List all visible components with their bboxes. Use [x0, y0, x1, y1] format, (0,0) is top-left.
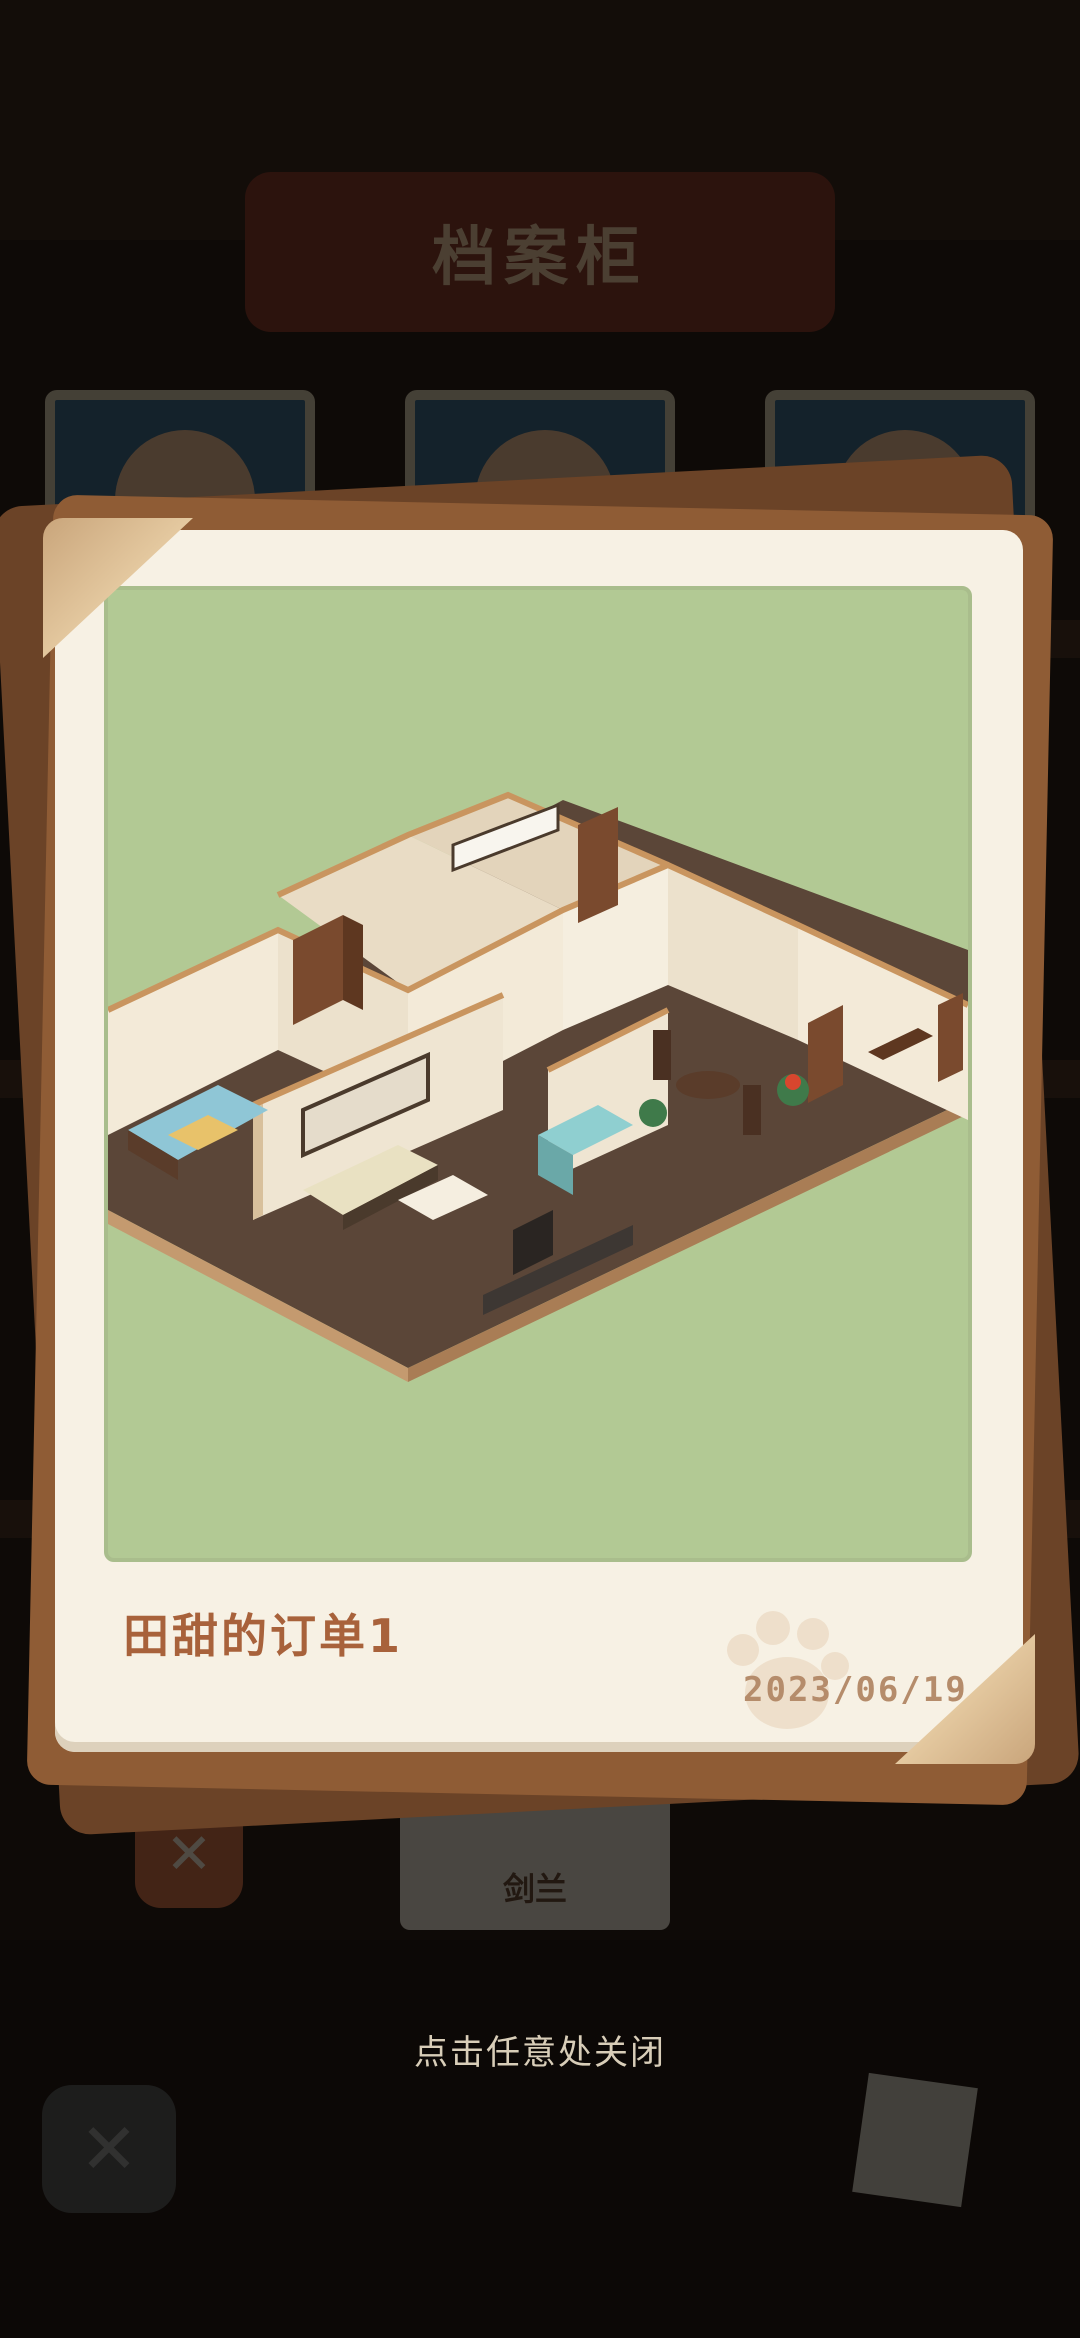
- order-title: 田甜的订单1: [123, 1609, 404, 1663]
- close-hint: 点击任意处关闭: [414, 2033, 666, 2073]
- order-date: 2023/06/19: [743, 1670, 968, 1710]
- order-photo-card: 田甜的订单1 2023/06/19: [43, 518, 1035, 1764]
- room-illustration: [108, 791, 968, 1382]
- room-photo: [104, 586, 972, 1562]
